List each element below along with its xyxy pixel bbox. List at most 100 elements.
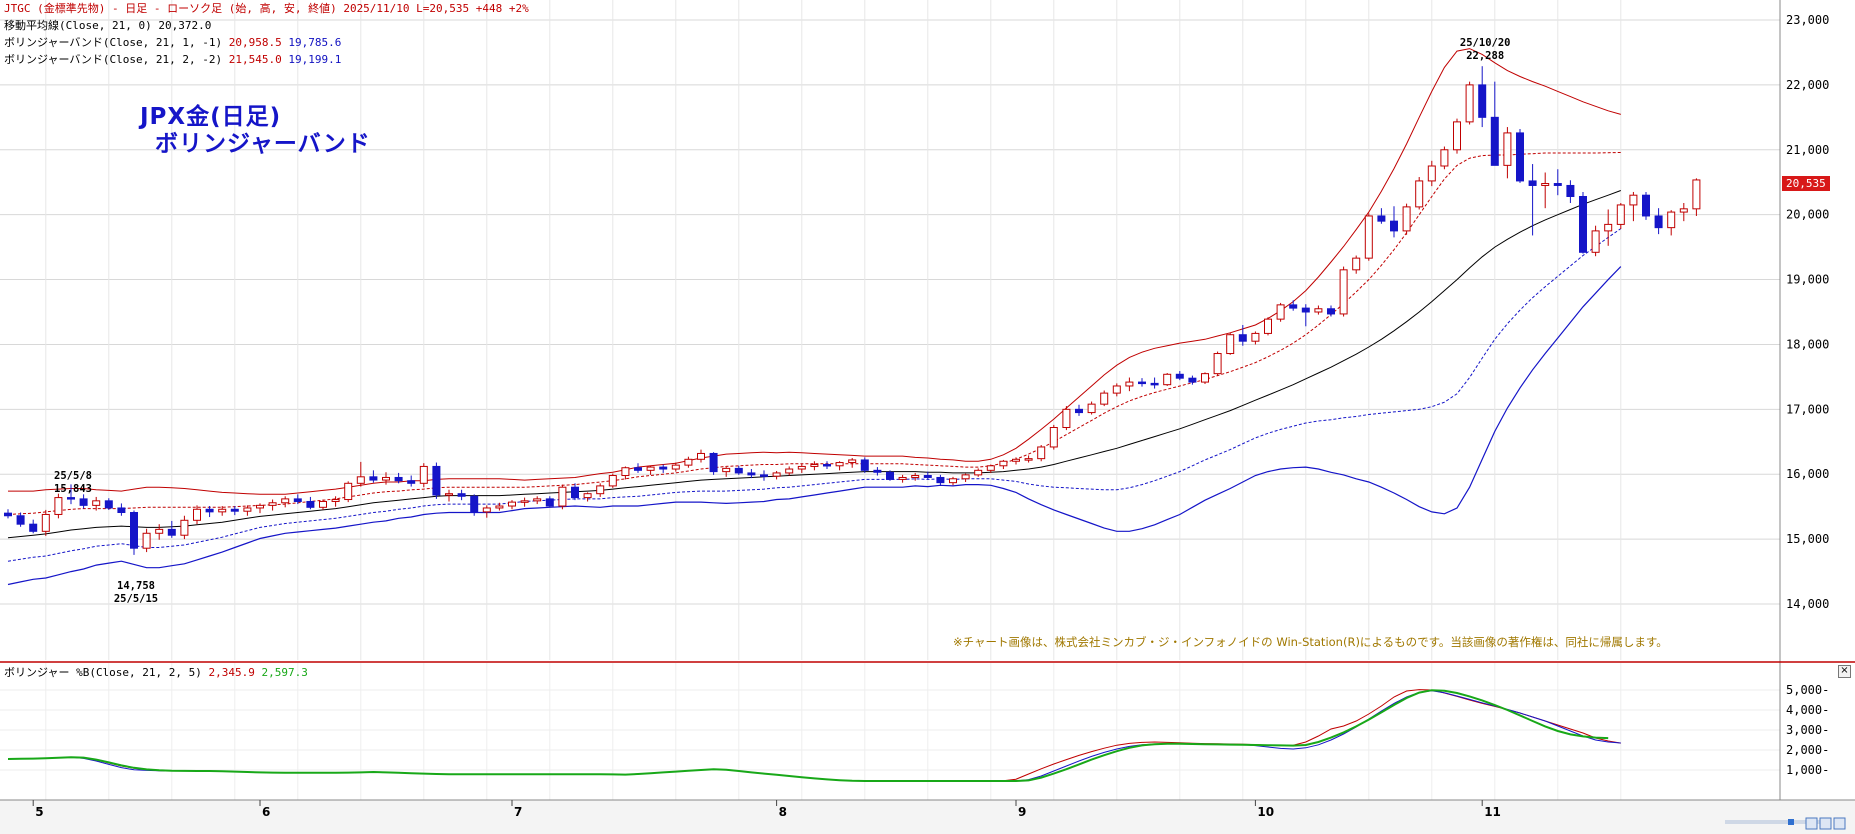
candle-body [936, 476, 945, 484]
candle-body [432, 465, 441, 496]
chart-root: 14,000 15,000 16,000 17,000 18,000 19,000 20,0… [0, 0, 1855, 834]
y-tick-label: 15,000 [1786, 532, 1829, 546]
candle-body [1226, 334, 1235, 355]
candle-body [54, 497, 63, 515]
candle-body [1024, 458, 1033, 461]
sub-y-tick-label: 3,000- [1786, 723, 1829, 737]
candle-body [810, 463, 819, 467]
candle-body [1289, 304, 1298, 309]
bb1-upper-line [7, 152, 1621, 515]
candle-body [1503, 132, 1512, 166]
candle-body [331, 499, 340, 502]
candle-body [734, 467, 743, 474]
candle-body [621, 467, 630, 477]
candle-body [596, 485, 605, 495]
candle-body [1642, 194, 1650, 217]
candle-body [1591, 230, 1600, 253]
bb2-legend: ボリンジャーバンド(Close, 21, 2, -2) 21,545.0 19,… [4, 53, 341, 67]
candle-body [1201, 373, 1209, 383]
y-tick-label: 18,000 [1786, 337, 1829, 351]
candle-body [1478, 84, 1487, 118]
candle-body [772, 472, 781, 477]
candle-body [344, 482, 353, 501]
candle-body [180, 519, 189, 536]
candle-body [29, 523, 38, 532]
candle-body [1553, 183, 1562, 186]
candle-body [873, 469, 882, 473]
candle-body [1629, 194, 1638, 206]
sub-value-blue: 2,597.3 [261, 666, 308, 679]
candle-body [79, 498, 88, 506]
bb1-legend-text: ボリンジャーバンド(Close, 21, 1, -1) [4, 36, 223, 49]
y-tick-label: 21,000 [1786, 143, 1829, 157]
may-low-date-label: 25/5/15 [114, 593, 158, 605]
candle-body [193, 508, 201, 521]
x-tick-label: 10 [1257, 805, 1274, 819]
bb2-lower-line [7, 266, 1622, 586]
candle-body [961, 474, 970, 480]
candle-body [747, 472, 756, 476]
sub-panel-legend: ボリンジャー %B(Close, 21, 2, 5) 2,345.9 2,597… [4, 666, 308, 680]
candle-body [4, 512, 12, 517]
candle-body [1654, 215, 1663, 229]
candle-body [646, 466, 655, 471]
candle-body [1566, 184, 1575, 197]
candle-body [470, 495, 479, 513]
bb2-lower-value: 19,199.1 [288, 53, 342, 66]
candle-body [1125, 381, 1134, 387]
ma-legend: 移動平均線(Close, 21, 0) 20,372.0 [4, 19, 211, 33]
candle-body [760, 474, 768, 477]
x-tick-label: 7 [514, 805, 522, 819]
candle-body [1327, 308, 1335, 315]
may-low-value-label: 14,758 [117, 580, 155, 592]
candle-body [1314, 308, 1323, 313]
candle-body [130, 512, 138, 549]
y-tick-label: 19,000 [1786, 273, 1829, 287]
candle-body [823, 463, 831, 467]
candle-body [533, 498, 542, 502]
x-tick-label: 9 [1018, 805, 1026, 819]
candle-body [1528, 180, 1537, 186]
candle-body [104, 500, 113, 509]
candle-body [1163, 373, 1172, 386]
candle-body [1012, 458, 1020, 462]
sub-y-tick-label: 5,000- [1786, 683, 1829, 697]
candle-body [583, 493, 592, 499]
ma-legend-text: 移動平均線(Close, 21, 0) 20,372.0 [4, 19, 212, 32]
candle-body [797, 465, 806, 470]
candle-body [785, 468, 794, 474]
candle-body [974, 469, 983, 476]
candle-body [482, 507, 491, 513]
candle-body [382, 476, 390, 481]
y-tick-label: 22,000 [1786, 78, 1829, 92]
candle-body [1037, 446, 1046, 460]
y-tick-label: 17,000 [1786, 402, 1829, 416]
candle-body [41, 513, 50, 532]
candle-body [1075, 408, 1083, 414]
candle-body [230, 508, 239, 512]
x-tick-label: 11 [1484, 805, 1501, 819]
candle-body [218, 508, 227, 513]
candle-body [1415, 180, 1424, 208]
scroll-thumb [1788, 819, 1794, 825]
candle-body [281, 498, 290, 504]
candle-body [1516, 132, 1524, 182]
candle-body [911, 475, 920, 478]
candle-body [1138, 381, 1146, 385]
close-icon[interactable]: × [1838, 665, 1851, 678]
high-value-label: 22,288 [1466, 50, 1504, 62]
candle-body [1049, 427, 1058, 448]
zoom-out-icon [1819, 817, 1832, 830]
bb2-upper-value: 21,545.0 [228, 53, 282, 66]
x-tick-label: 8 [779, 805, 787, 819]
candle-body [923, 475, 932, 478]
candle-body [1150, 382, 1159, 386]
last-price-badge: 20,535 [1782, 176, 1830, 191]
candle-body [1087, 403, 1096, 414]
zoom-in-icon [1805, 817, 1818, 830]
candle-body [684, 458, 693, 466]
candle-body [205, 508, 214, 513]
candle-body [1062, 408, 1071, 429]
candle-body [1301, 307, 1310, 313]
candle-body [1264, 318, 1272, 334]
